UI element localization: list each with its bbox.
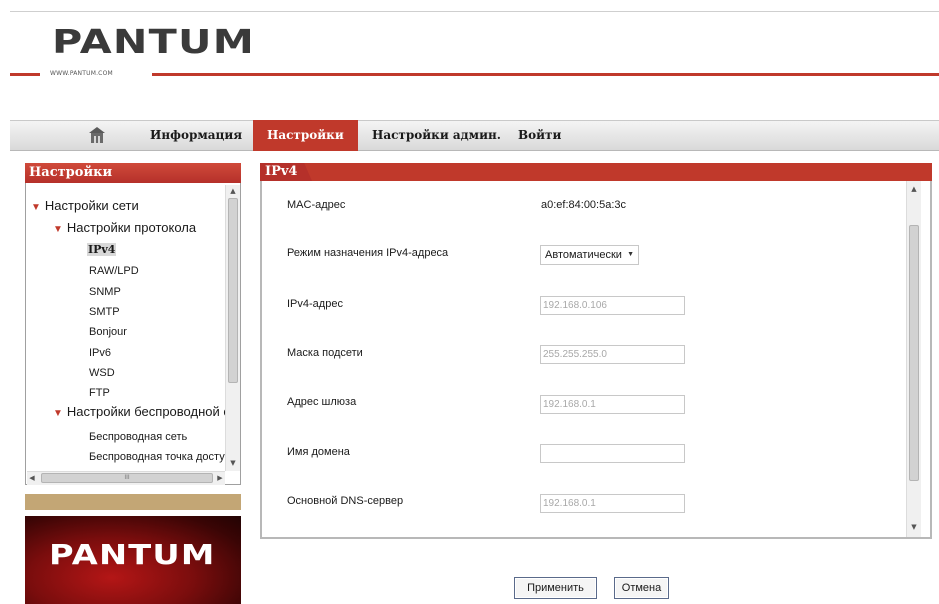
pantum-logo: PANTUM <box>52 22 256 61</box>
tree-item-network-settings[interactable]: ▼ Настройки сети <box>31 198 139 213</box>
scrollbar-thumb[interactable]: III <box>41 473 213 483</box>
address-mode-select[interactable]: Автоматически ▼ <box>540 245 639 265</box>
nav-admin-settings[interactable]: Настройки админ. <box>372 120 501 151</box>
nav-settings[interactable]: Настройки <box>253 120 358 151</box>
primary-dns-input[interactable]: 192.168.0.1 <box>540 494 685 513</box>
domain-name-input[interactable] <box>540 444 685 463</box>
gateway-label: Адрес шлюза <box>287 396 357 408</box>
tree-item-wireless-network[interactable]: Беспроводная сеть <box>89 431 187 443</box>
expand-arrow-icon[interactable]: ▼ <box>53 408 63 419</box>
expand-arrow-icon[interactable]: ▼ <box>53 224 63 235</box>
tree-item-snmp[interactable]: SNMP <box>89 286 121 298</box>
main-vertical-scrollbar[interactable]: ▲ ▼ <box>906 181 921 537</box>
scroll-up-icon[interactable]: ▲ <box>907 185 921 193</box>
sidebar-accent-bar <box>25 494 241 510</box>
header-red-line <box>152 73 939 76</box>
apply-button[interactable]: Применить <box>514 577 597 599</box>
home-icon[interactable] <box>88 126 106 144</box>
sidebar-title: Настройки <box>25 163 241 183</box>
mac-value: a0:ef:84:00:5a:3c <box>541 199 627 211</box>
site-url: WWW.PANTUM.COM <box>50 70 113 77</box>
mode-label: Режим назначения IPv4-адреса <box>287 247 449 259</box>
pantum-banner: PANTUM <box>25 516 241 604</box>
primary-dns-label: Основной DNS-сервер <box>287 495 404 507</box>
subnet-mask-input[interactable]: 255.255.255.0 <box>540 345 685 364</box>
tree-item-wsd[interactable]: WSD <box>89 367 115 379</box>
tree-item-protocol-settings[interactable]: ▼ Настройки протокола <box>53 220 196 235</box>
nav-login[interactable]: Войти <box>518 120 561 151</box>
sidebar-vertical-scrollbar[interactable]: ▲ ▼ <box>225 185 240 471</box>
tree-item-bonjour[interactable]: Bonjour <box>89 326 127 338</box>
chevron-down-icon: ▼ <box>627 251 634 258</box>
tree-item-label: Настройки протокола <box>66 220 197 235</box>
subnet-mask-label: Маска подсети <box>287 347 363 359</box>
scrollbar-thumb[interactable] <box>228 198 238 383</box>
scroll-left-icon[interactable]: ◀ <box>27 474 37 482</box>
top-divider <box>10 11 939 12</box>
ipv4-address-input[interactable]: 192.168.0.106 <box>540 296 685 315</box>
expand-arrow-icon[interactable]: ▼ <box>31 202 41 213</box>
address-mode-value: Автоматически <box>545 249 622 261</box>
tree-item-smtp[interactable]: SMTP <box>89 306 120 318</box>
scrollbar-thumb[interactable] <box>909 225 919 481</box>
settings-tree: ▼ Настройки сети ▼ Настройки протокола IPv… <box>27 185 225 470</box>
scroll-up-icon[interactable]: ▲ <box>226 187 240 195</box>
tree-item-wireless-hotspot[interactable]: Беспроводная точка досту <box>89 451 225 463</box>
header-red-line <box>10 73 40 76</box>
ipv4-address-label: IPv4-адрес <box>287 298 343 310</box>
tree-item-ipv4[interactable]: IPv4 <box>87 243 117 256</box>
tree-item-ipv6[interactable]: IPv6 <box>89 347 111 359</box>
nav-info[interactable]: Информация <box>150 120 242 151</box>
tree-item-ftp[interactable]: FTP <box>89 387 110 399</box>
tree-item-label: Настройки беспроводной с <box>66 404 225 419</box>
page-title: IPv4 <box>260 163 312 181</box>
scroll-down-icon[interactable]: ▼ <box>907 523 921 531</box>
tree-item-label: Настройки сети <box>44 198 139 213</box>
main-title-bar <box>260 163 932 181</box>
sidebar-horizontal-scrollbar[interactable]: ◀ III ▶ <box>27 471 225 485</box>
domain-name-label: Имя домена <box>287 446 350 458</box>
mac-label: MAC-адрес <box>287 199 346 211</box>
gateway-input[interactable]: 192.168.0.1 <box>540 395 685 414</box>
banner-logo: PANTUM <box>49 538 216 571</box>
tree-item-wireless-settings[interactable]: ▼ Настройки беспроводной с <box>53 404 225 419</box>
scroll-right-icon[interactable]: ▶ <box>215 474 225 482</box>
scroll-down-icon[interactable]: ▼ <box>226 459 240 467</box>
tree-item-raw-lpd[interactable]: RAW/LPD <box>89 265 139 277</box>
cancel-button[interactable]: Отмена <box>614 577 669 599</box>
